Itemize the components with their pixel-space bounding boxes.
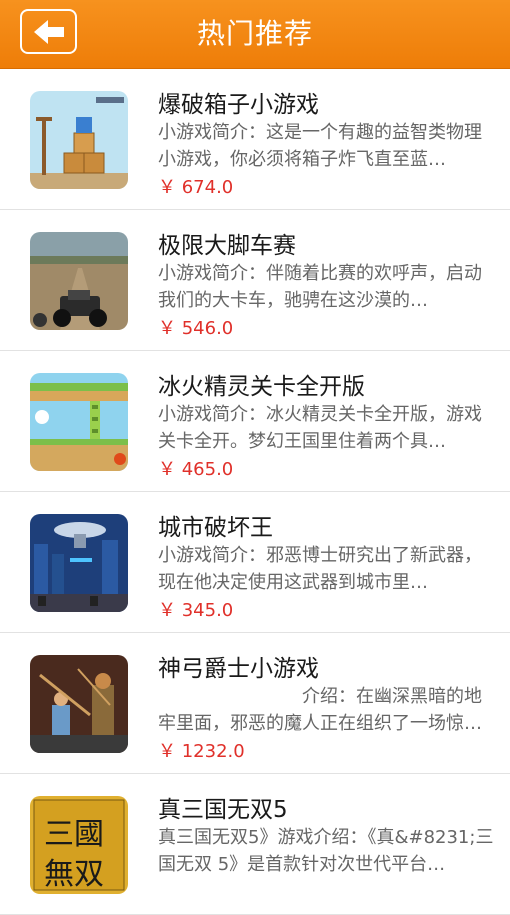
svg-text:無双: 無双: [44, 857, 104, 892]
game-price: ￥ 1232.0: [158, 741, 245, 762]
game-price: ￥ 465.0: [158, 459, 234, 480]
top-bar: 热门推荐: [0, 0, 510, 69]
fire-ice-thumbnail: [30, 373, 128, 471]
game-title[interactable]: 极限大脚车赛: [158, 226, 296, 260]
page-title: 热门推荐: [196, 17, 313, 50]
list-item[interactable]: 爆破箱子小游戏 小游戏简介：这是一个有趣的益智类物理小游戏，你必须将箱子炸飞直至…: [0, 69, 510, 210]
game-price: ￥ 345.0: [158, 600, 234, 621]
game-title[interactable]: 爆破箱子小游戏: [158, 85, 319, 119]
box-blast-thumbnail: [30, 91, 128, 189]
list-item[interactable]: 城市破坏王 小游戏简介：邪恶博士研究出了新武器，现在他决定使用这武器到城市里… …: [0, 492, 510, 633]
game-description: 真三国无双5》游戏介绍：《真&#8231;三国无双 5》是首款针对次世代平台…: [158, 827, 494, 875]
game-price: ￥ 674.0: [158, 177, 234, 198]
list-item[interactable]: 冰火精灵关卡全开版 小游戏简介：冰火精灵关卡全开版，游戏关卡全开。梦幻王国里住着…: [0, 351, 510, 492]
game-description: 小游戏简介：冰火精灵关卡全开版，游戏关卡全开。梦幻王国里住着两个具…: [158, 404, 482, 452]
monster-truck-thumbnail: [30, 232, 128, 330]
list-item[interactable]: 极限大脚车赛 小游戏简介：伴随着比赛的欢呼声，启动我们的大卡车，驰骋在这沙漠的……: [0, 210, 510, 351]
game-description: 介绍：在幽深黑暗的地牢里面，邪恶的魔人正在组织了一场惊…: [158, 686, 482, 734]
game-title[interactable]: 真三国无双5: [158, 790, 288, 824]
dynasty-warriors-thumbnail: 三國 無双: [30, 796, 128, 894]
game-title[interactable]: 冰火精灵关卡全开版: [158, 367, 365, 401]
game-title[interactable]: 神弓爵士小游戏: [158, 649, 319, 683]
game-description: 小游戏简介：邪恶博士研究出了新武器，现在他决定使用这武器到城市里…: [158, 545, 482, 593]
game-price: ￥ 546.0: [158, 318, 234, 339]
svg-text:三國: 三國: [44, 817, 104, 852]
city-destroyer-thumbnail: [30, 514, 128, 612]
game-description: 小游戏简介：这是一个有趣的益智类物理小游戏，你必须将箱子炸飞直至蓝…: [158, 122, 482, 170]
game-description: 小游戏简介：伴随着比赛的欢呼声，启动我们的大卡车，驰骋在这沙漠的…: [158, 263, 482, 311]
game-list: 爆破箱子小游戏 小游戏简介：这是一个有趣的益智类物理小游戏，你必须将箱子炸飞直至…: [0, 69, 510, 915]
game-title[interactable]: 城市破坏王: [158, 508, 273, 542]
archer-thumbnail: [30, 655, 128, 753]
list-item[interactable]: 三國 無双 真三国无双5 真三国无双5》游戏介绍：《真&#8231;三国无双 5…: [0, 774, 510, 915]
list-item[interactable]: 神弓爵士小游戏 介绍：在幽深黑暗的地牢里面，邪恶的魔人正在组织了一场惊… ￥ 1…: [0, 633, 510, 774]
